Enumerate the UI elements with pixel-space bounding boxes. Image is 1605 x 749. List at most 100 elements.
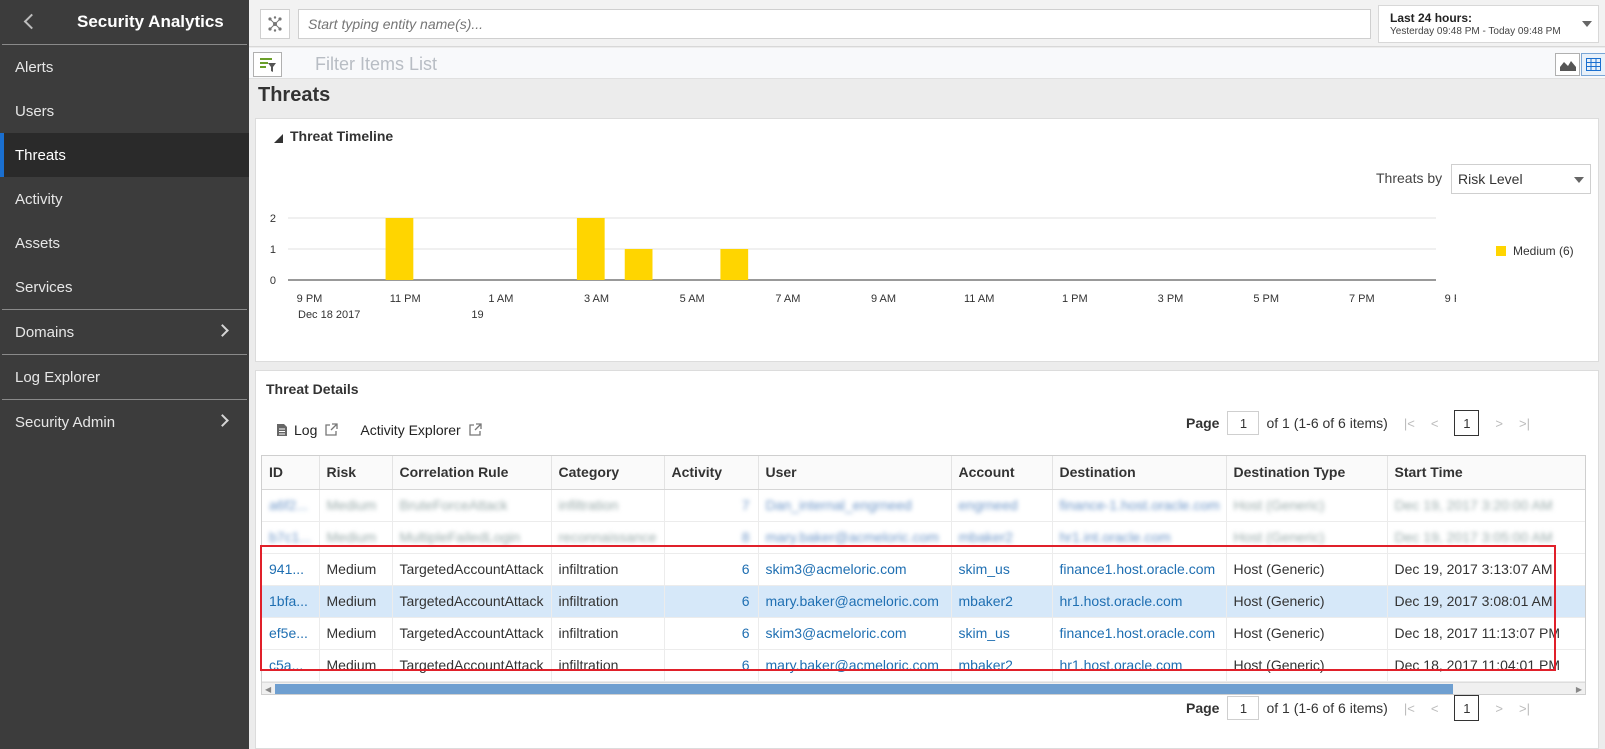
first-page-icon[interactable]: |< (1404, 416, 1415, 431)
filter-items-input[interactable]: Filter Items List (315, 54, 437, 75)
scroll-left-icon[interactable]: ◀ (265, 685, 271, 694)
cell-dtype: Host (Generic) (1226, 585, 1388, 618)
cell-account[interactable]: skim_us (951, 617, 1053, 650)
horizontal-scrollbar[interactable]: ◀ ▶ (262, 681, 1585, 694)
graph-button[interactable] (260, 9, 290, 39)
sidebar-item-alerts[interactable]: Alerts (0, 45, 249, 89)
next-page-icon[interactable]: > (1495, 701, 1503, 716)
column-header[interactable]: Activity (664, 456, 759, 490)
chevron-down-icon (1582, 21, 1592, 27)
cell-destination[interactable]: finance1.host.oracle.com (1052, 617, 1227, 650)
cell-category: infiltration (551, 585, 665, 618)
column-header[interactable]: Category (551, 456, 665, 490)
column-header[interactable]: Start Time (1387, 456, 1585, 490)
cell-user[interactable]: mary.baker@acmeloric.com (758, 649, 952, 682)
column-header[interactable]: User (758, 456, 952, 490)
scrollbar-thumb[interactable] (275, 683, 1453, 694)
cell-activity[interactable]: 6 (664, 585, 759, 618)
collapse-triangle-icon[interactable] (274, 134, 283, 143)
cell-id[interactable]: c5a... (262, 649, 320, 682)
last-page-icon[interactable]: >| (1519, 416, 1530, 431)
next-page-icon[interactable]: > (1495, 416, 1503, 431)
sidebar-item-log-explorer[interactable]: Log Explorer (0, 355, 249, 399)
x-tick-label: 1 PM (1062, 293, 1088, 305)
cell-activity[interactable]: 6 (664, 649, 759, 682)
cell-destination[interactable]: hr1.host.oracle.com (1052, 585, 1227, 618)
current-page-button[interactable]: 1 (1454, 410, 1480, 436)
table-view-button[interactable] (1581, 53, 1605, 76)
log-link[interactable]: Log (276, 422, 339, 438)
cell-id[interactable]: 941... (262, 553, 320, 586)
cell-risk: Medium (319, 585, 393, 618)
sidebar-item-threats[interactable]: Threats (0, 133, 249, 177)
last-page-icon[interactable]: >| (1519, 701, 1530, 716)
table-row[interactable]: ef5e... Medium TargetedAccountAttack infilt… (262, 617, 1585, 650)
chart-view-button[interactable] (1555, 53, 1580, 76)
cell-user[interactable]: Dan_internal_engrneed (758, 489, 952, 522)
column-header[interactable]: Destination (1052, 456, 1227, 490)
sidebar-item-activity[interactable]: Activity (0, 177, 249, 221)
sidebar-item-services[interactable]: Services (0, 265, 249, 309)
sidebar-item-domains[interactable]: Domains (0, 310, 249, 354)
filter-button[interactable] (253, 52, 282, 77)
cell-account[interactable]: mbaker2 (951, 649, 1053, 682)
cell-activity[interactable]: 6 (664, 553, 759, 586)
sidebar-item-users[interactable]: Users (0, 89, 249, 133)
current-page-button[interactable]: 1 (1454, 695, 1480, 721)
sidebar-item-security-admin[interactable]: Security Admin (0, 400, 249, 444)
table-row[interactable]: b7c1... Medium MultipleFailedLogin reconnai… (262, 521, 1585, 554)
prev-page-icon[interactable]: < (1431, 416, 1439, 431)
cell-category: infiltration (551, 617, 665, 650)
cell-id[interactable]: b7c1... (262, 521, 320, 554)
prev-page-icon[interactable]: < (1431, 701, 1439, 716)
cell-user[interactable]: skim3@acmeloric.com (758, 617, 952, 650)
page-summary: of 1 (1-6 of 6 items) (1266, 700, 1388, 716)
cell-destination[interactable]: finance1.host.oracle.com (1052, 553, 1227, 586)
page-input[interactable]: 1 (1227, 411, 1260, 435)
cell-destination[interactable]: finance-1.host.oracle.com (1052, 489, 1227, 522)
cell-start: Dec 18, 2017 11:13:07 PM (1387, 617, 1585, 650)
time-range-select[interactable]: Last 24 hours: Yesterday 09:48 PM - Toda… (1378, 5, 1599, 43)
x-tick-label: 7 AM (775, 293, 800, 305)
table-row[interactable]: a6f2... Medium BruteForceAttack infiltratio… (262, 489, 1585, 522)
column-header[interactable]: ID (262, 456, 320, 490)
back-chevron-icon[interactable] (18, 10, 40, 32)
cell-destination[interactable]: hr1.int.oracle.com (1052, 521, 1227, 554)
page-input[interactable]: 1 (1227, 696, 1260, 720)
column-header[interactable]: Risk (319, 456, 393, 490)
cell-destination[interactable]: hr1.host.oracle.com (1052, 649, 1227, 682)
cell-activity[interactable]: 6 (664, 617, 759, 650)
column-header[interactable]: Account (951, 456, 1053, 490)
activity-explorer-link[interactable]: Activity Explorer (360, 422, 482, 438)
sidebar-header: Security Analytics (0, 0, 249, 44)
cell-account[interactable]: skim_us (951, 553, 1053, 586)
network-icon (268, 16, 282, 32)
threats-by-select[interactable]: Risk Level (1451, 164, 1591, 194)
cell-activity[interactable]: 8 (664, 521, 759, 554)
cell-activity[interactable]: 7 (664, 489, 759, 522)
scroll-right-icon[interactable]: ▶ (1576, 685, 1582, 694)
x-tick-label: 3 AM (584, 293, 609, 305)
cell-user[interactable]: mary.baker@acmeloric.com (758, 521, 952, 554)
time-range-sub: Yesterday 09:48 PM - Today 09:48 PM (1390, 26, 1561, 37)
column-header[interactable]: Correlation Rule (392, 456, 552, 490)
cell-user[interactable]: mary.baker@acmeloric.com (758, 585, 952, 618)
cell-id[interactable]: 1bfa... (262, 585, 320, 618)
first-page-icon[interactable]: |< (1404, 701, 1415, 716)
sidebar-item-assets[interactable]: Assets (0, 221, 249, 265)
cell-id[interactable]: ef5e... (262, 617, 320, 650)
cell-user[interactable]: skim3@acmeloric.com (758, 553, 952, 586)
table-row[interactable]: 1bfa... Medium TargetedAccountAttack infilt… (262, 585, 1585, 618)
cell-risk: Medium (319, 617, 393, 650)
column-header[interactable]: Destination Type (1226, 456, 1388, 490)
table-row[interactable]: 941... Medium TargetedAccountAttack infiltr… (262, 553, 1585, 586)
cell-account[interactable]: mbaker2 (951, 521, 1053, 554)
timeline-title: Threat Timeline (290, 128, 394, 144)
cell-id[interactable]: a6f2... (262, 489, 320, 522)
cell-account[interactable]: mbaker2 (951, 585, 1053, 618)
x-tick-label: 7 PM (1349, 293, 1375, 305)
entity-search-input[interactable] (298, 9, 1371, 39)
table-row[interactable]: c5a... Medium TargetedAccountAttack infiltr… (262, 649, 1585, 682)
cell-account[interactable]: engrneed (951, 489, 1053, 522)
y-tick-label: 2 (270, 213, 276, 225)
